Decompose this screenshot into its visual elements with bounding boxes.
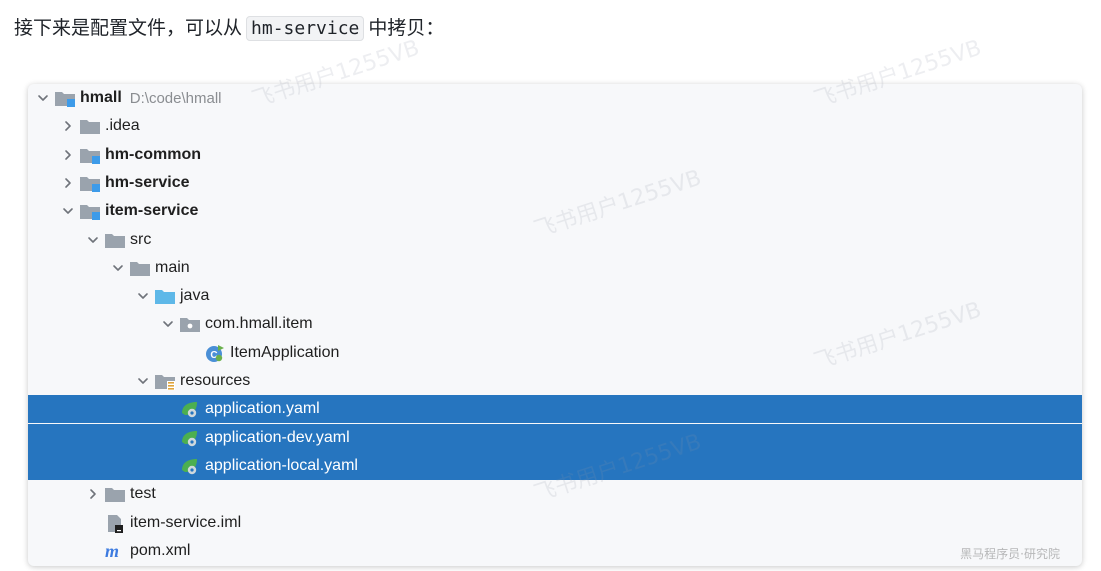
tree-row-label: .idea — [105, 117, 140, 135]
tree-row-label: src — [130, 230, 152, 248]
tree-row[interactable]: application-local.yaml — [28, 451, 1082, 480]
module-folder-icon — [79, 173, 101, 193]
tree-row[interactable]: C ItemApplication — [28, 339, 1082, 367]
folder-icon — [129, 258, 151, 278]
folder-icon — [79, 116, 101, 136]
chevron-right-icon[interactable] — [57, 112, 79, 140]
tree-row-label: item-service — [105, 202, 199, 220]
tree-row-label: item-service.iml — [130, 513, 242, 531]
tree-row[interactable]: item-service — [28, 197, 1082, 225]
tree-row-label: hm-common — [105, 145, 201, 163]
maven-icon: m — [104, 541, 126, 561]
chevron-right-icon[interactable] — [57, 141, 79, 169]
tree-row-label: application-dev.yaml — [205, 428, 350, 446]
tree-row[interactable]: application-dev.yaml — [28, 423, 1082, 452]
chevron-down-icon[interactable] — [132, 367, 154, 395]
intro-text-after: 中拷贝： — [368, 17, 445, 39]
iml-file-icon — [104, 513, 126, 533]
project-path: D:\code\hmall — [129, 89, 222, 107]
tree-row-label: test — [130, 485, 156, 503]
tree-row-label: ItemApplication — [230, 343, 340, 361]
intro-text-before: 接下来是配置文件，可以从 — [14, 17, 243, 39]
tree-row-label: java — [180, 287, 210, 305]
spring-config-icon — [179, 399, 201, 419]
tree-row-label: hm-service — [105, 173, 190, 191]
chevron-down-icon[interactable] — [32, 84, 54, 112]
tree-row[interactable]: application.yaml — [28, 395, 1082, 424]
tree-row[interactable]: m pom.xml — [28, 537, 1082, 565]
tree-row-label: application.yaml — [205, 400, 320, 418]
tree-row[interactable]: com.hmall.item — [28, 310, 1082, 338]
source-folder-icon — [154, 286, 176, 306]
chevron-down-icon[interactable] — [157, 310, 179, 338]
resources-folder-icon — [154, 371, 176, 391]
svg-text:m: m — [105, 541, 119, 561]
tree-row[interactable]: main — [28, 254, 1082, 282]
tree-row[interactable]: test — [28, 480, 1082, 508]
tree-row[interactable]: hm-service — [28, 169, 1082, 197]
tree-row[interactable]: src — [28, 226, 1082, 254]
tree-row-label: hmall — [80, 89, 122, 106]
module-folder-icon — [79, 201, 101, 221]
chevron-down-icon[interactable] — [57, 197, 79, 225]
tree-row-label: com.hmall.item — [205, 315, 313, 333]
chevron-down-icon[interactable] — [132, 282, 154, 310]
folder-icon — [104, 230, 126, 250]
intro-paragraph: 接下来是配置文件，可以从 hm-service 中拷贝： — [14, 12, 444, 45]
tree-row-label: pom.xml — [130, 541, 191, 559]
tree-row[interactable]: hmall D:\code\hmall — [28, 84, 1082, 112]
tree-row[interactable]: java — [28, 282, 1082, 310]
inline-code: hm-service — [246, 16, 365, 41]
module-folder-icon — [54, 88, 76, 108]
chevron-right-icon[interactable] — [57, 169, 79, 197]
spring-config-icon — [179, 428, 201, 448]
tree-row-label: main — [155, 258, 190, 276]
tree-row[interactable]: hm-common — [28, 141, 1082, 169]
tree-row-label: application-local.yaml — [205, 456, 358, 474]
package-icon — [179, 314, 201, 334]
chevron-down-icon[interactable] — [107, 254, 129, 282]
chevron-down-icon[interactable] — [82, 226, 104, 254]
chevron-right-icon[interactable] — [82, 480, 104, 508]
tree-row-label: resources — [180, 372, 251, 389]
corner-mark: 黑马程序员·研究院 — [960, 547, 1060, 561]
tree-row[interactable]: .idea — [28, 112, 1082, 140]
folder-icon — [104, 484, 126, 504]
spring-config-icon — [179, 456, 201, 476]
project-tree-panel: hmall D:\code\hmall .idea hm-common hm-servi… — [28, 84, 1082, 566]
tree-row[interactable]: item-service.iml — [28, 509, 1082, 537]
tree-row[interactable]: resources — [28, 367, 1082, 395]
module-folder-icon — [79, 145, 101, 165]
spring-class-icon: C — [204, 343, 226, 363]
